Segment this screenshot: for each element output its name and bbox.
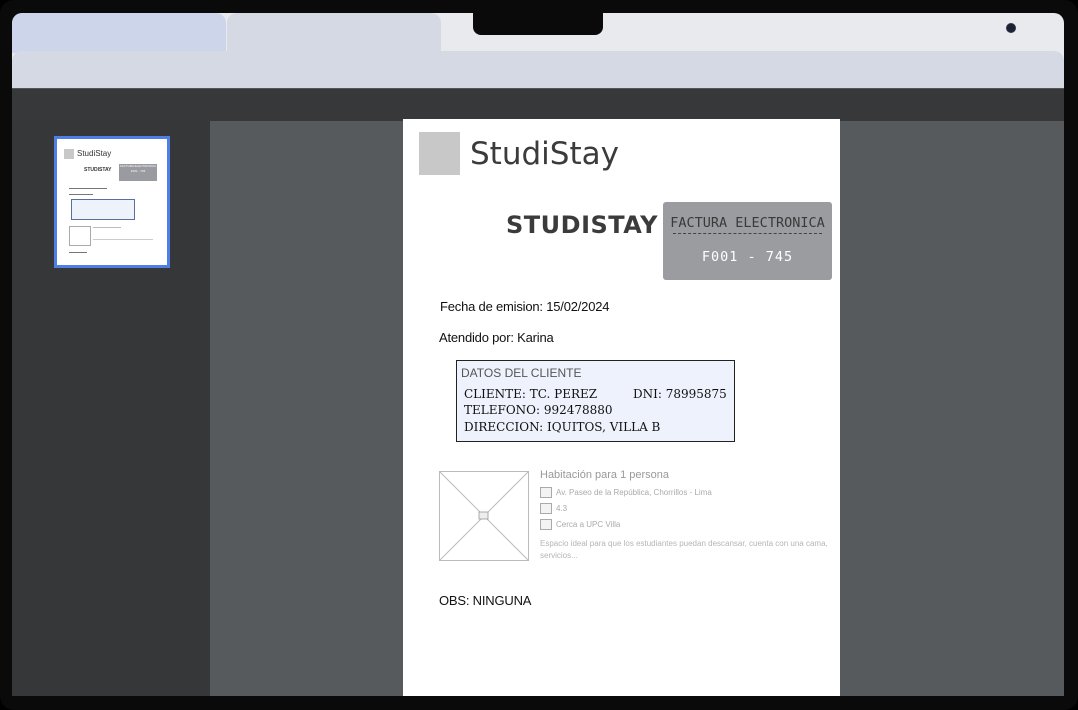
brand-name: StudiStay [470,136,619,172]
invoice-title: FACTURA ELECTRONICA [670,215,825,231]
client-data-box: DATOS DEL CLIENTE CLIENTE: TC. PEREZ DNI… [456,360,735,442]
screen: StudiStay STUDISTAY FACTURA ELECTRONICA … [12,13,1064,696]
location-icon [540,487,552,498]
pdf-toolbar [12,88,1064,122]
camera-notch [473,13,1016,35]
listing-description: Espacio ideal para que los estudiantes p… [540,539,828,560]
thumb-text-line [69,252,87,253]
listing-rating: 4.3 [556,504,568,513]
thumb-client-box [71,199,135,220]
invoice-page: StudiStay STUDISTAY FACTURA ELECTRONICA … [403,119,840,696]
invoice-divider [673,233,822,234]
listing-title: Habitación para 1 persona [540,469,670,481]
thumb-text-line [69,188,107,189]
rating-icon [540,503,552,514]
thumb-text-line [93,227,121,228]
issue-date: Fecha de emision: 15/02/2024 [440,299,610,314]
thumb-text-line [69,194,93,195]
listing-address: Av. Paseo de la República, Chorrillos - … [556,488,712,497]
address-bar[interactable] [12,51,1064,88]
thumb-image-placeholder [69,226,91,246]
thumb-invoice-box: FACTURA ELECTRONICA F001 - 745 [119,164,157,181]
listing-nearby: Cerca a UPC Villa [556,520,621,529]
thumb-brand: StudiStay [77,149,112,158]
nearby-icon [540,519,552,530]
thumb-logo-placeholder [64,149,74,159]
client-name: CLIENTE: TC. PEREZ [464,387,598,401]
attended-by: Atendido por: Karina [439,330,554,345]
thumb-invoice-number: F001 - 745 [130,169,146,173]
observations: OBS: NINGUNA [439,593,532,608]
logo-placeholder [419,132,460,175]
listing-image-placeholder [439,471,529,561]
company-name: STUDISTAY [506,211,658,239]
page-thumbnail[interactable]: StudiStay STUDISTAY FACTURA ELECTRONICA … [54,136,170,268]
thumb-company: STUDISTAY [84,167,112,173]
invoice-box: FACTURA ELECTRONICA F001 - 745 [663,202,832,280]
thumb-text-line [93,239,153,240]
camera-icon [1006,23,1016,33]
client-dni: DNI: 78995875 [633,387,727,401]
browser-tab[interactable] [227,13,441,53]
image-placeholder-icon [439,471,529,561]
client-header: DATOS DEL CLIENTE [461,366,582,380]
client-address: DIRECCION: IQUITOS, VILLA B [464,420,661,434]
browser-tab-active[interactable] [12,13,226,53]
thumbnail-sidebar: StudiStay STUDISTAY FACTURA ELECTRONICA … [12,121,210,696]
invoice-number: F001 - 745 [701,249,794,265]
client-phone: TELEFONO: 992478880 [464,403,613,417]
